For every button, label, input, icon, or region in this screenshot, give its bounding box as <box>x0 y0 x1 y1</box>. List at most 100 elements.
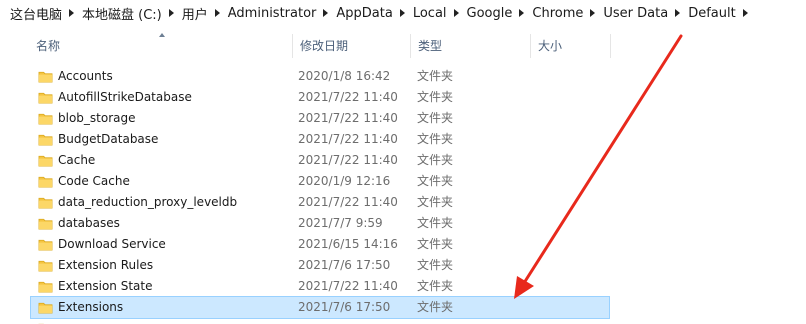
folder-icon <box>38 113 53 125</box>
breadcrumb-label: 本地磁盘 (C:) <box>82 7 162 23</box>
file-name: Extension Rules <box>58 258 154 272</box>
file-name: Accounts <box>58 69 113 83</box>
file-name: Extensions <box>58 300 124 314</box>
file-name: Cache <box>58 153 96 167</box>
file-date-modified: 2021/7/22 11:40 <box>298 90 398 104</box>
folder-icon <box>38 281 53 293</box>
file-name: Download Service <box>58 237 166 251</box>
breadcrumb-label: Administrator <box>227 5 317 21</box>
breadcrumb-item-default[interactable]: Default <box>688 6 736 21</box>
list-item-selected[interactable]: Extensions 2021/7/6 17:50 文件夹 <box>30 296 610 319</box>
list-item[interactable]: data_reduction_proxy_leveldb 2021/7/22 1… <box>31 192 609 213</box>
file-name: BudgetDatabase <box>58 132 159 146</box>
file-list: Accounts 2020/1/8 16:42 文件夹 AutofillStri… <box>30 66 610 324</box>
file-type: 文件夹 <box>417 300 454 314</box>
breadcrumb-item-administrator[interactable]: Administrator <box>228 6 317 21</box>
file-date-modified: 2021/7/22 11:40 <box>298 132 398 146</box>
file-date-modified: 2021/7/22 11:40 <box>298 195 398 209</box>
file-date-modified: 2020/1/8 16:42 <box>298 69 391 83</box>
list-item[interactable]: blob_storage 2021/7/22 11:40 文件夹 <box>31 108 609 129</box>
list-item[interactable]: AutofillStrikeDatabase 2021/7/22 11:40 文… <box>31 87 609 108</box>
chevron-right-icon[interactable] <box>519 9 525 17</box>
column-header-type[interactable]: 类型 <box>410 34 530 58</box>
file-date-modified: 2021/7/7 9:59 <box>298 216 383 230</box>
breadcrumb-label: Chrome <box>532 5 584 21</box>
file-type: 文件夹 <box>417 90 454 104</box>
folder-icon <box>38 239 53 251</box>
file-name: databases <box>58 216 120 230</box>
sort-ascending-icon <box>159 33 165 37</box>
chevron-right-icon[interactable] <box>214 9 220 17</box>
breadcrumb-label: Google <box>466 5 513 21</box>
file-type: 文件夹 <box>417 216 454 230</box>
folder-icon <box>38 218 53 230</box>
column-header-label: 名称 <box>36 39 61 53</box>
breadcrumb-item-chrome[interactable]: Chrome <box>532 6 583 21</box>
file-name: Code Cache <box>58 174 130 188</box>
file-name: AutofillStrikeDatabase <box>58 90 192 104</box>
file-name: Extension State <box>58 279 153 293</box>
file-type: 文件夹 <box>417 153 454 167</box>
column-header-label: 大小 <box>538 39 563 53</box>
breadcrumb-label: Default <box>688 5 736 21</box>
column-headers: 名称 修改日期 类型 大小 <box>29 33 611 58</box>
column-header-date-modified[interactable]: 修改日期 <box>292 34 410 58</box>
breadcrumb-item-appdata[interactable]: AppData <box>336 6 392 21</box>
column-header-label: 修改日期 <box>300 39 349 53</box>
chevron-right-icon[interactable] <box>742 9 748 17</box>
chevron-right-icon[interactable] <box>453 9 459 17</box>
list-item[interactable]: Download Service 2021/6/15 14:16 文件夹 <box>31 234 609 255</box>
file-type: 文件夹 <box>417 237 454 251</box>
folder-icon <box>38 134 53 146</box>
column-header-size[interactable]: 大小 <box>530 34 611 58</box>
breadcrumb-item-google[interactable]: Google <box>467 6 513 21</box>
file-date-modified: 2021/7/22 11:40 <box>298 153 398 167</box>
folder-icon <box>38 71 53 83</box>
file-name: blob_storage <box>58 111 136 125</box>
breadcrumb-item-users[interactable]: 用户 <box>182 4 208 23</box>
file-type: 文件夹 <box>417 174 454 188</box>
file-date-modified: 2021/7/6 17:50 <box>298 258 391 272</box>
file-date-modified: 2021/6/15 14:16 <box>298 237 398 251</box>
chevron-right-icon[interactable] <box>69 9 75 17</box>
breadcrumb-label: 用户 <box>181 7 208 23</box>
file-date-modified: 2021/7/6 17:50 <box>298 300 391 314</box>
file-name: data_reduction_proxy_leveldb <box>58 195 238 209</box>
breadcrumb-item-user-data[interactable]: User Data <box>603 6 668 21</box>
breadcrumb-item-local-disk[interactable]: 本地磁盘 (C:) <box>82 4 162 23</box>
breadcrumb-label: 这台电脑 <box>10 7 63 23</box>
folder-icon <box>38 302 53 314</box>
breadcrumb-label: Local <box>412 5 447 21</box>
breadcrumb-item-local[interactable]: Local <box>413 6 447 21</box>
folder-icon <box>38 197 53 209</box>
file-date-modified: 2020/1/9 12:16 <box>298 174 391 188</box>
breadcrumb: 这台电脑 本地磁盘 (C:) 用户 Administrator AppData … <box>0 0 806 26</box>
chevron-right-icon[interactable] <box>168 9 174 17</box>
list-item[interactable]: Extension State 2021/7/22 11:40 文件夹 <box>31 276 609 297</box>
folder-icon <box>38 260 53 272</box>
folder-icon <box>38 155 53 167</box>
breadcrumb-item-this-pc[interactable]: 这台电脑 <box>10 4 62 23</box>
breadcrumb-label: User Data <box>603 5 669 21</box>
list-item[interactable]: Extension Rules 2021/7/6 17:50 文件夹 <box>31 255 609 276</box>
file-date-modified: 2021/7/22 11:40 <box>298 279 398 293</box>
file-type: 文件夹 <box>417 258 454 272</box>
chevron-right-icon[interactable] <box>590 9 596 17</box>
list-item[interactable]: Cache 2021/7/22 11:40 文件夹 <box>31 150 609 171</box>
list-item[interactable]: databases 2021/7/7 9:59 文件夹 <box>31 213 609 234</box>
chevron-right-icon[interactable] <box>675 9 681 17</box>
column-header-name[interactable]: 名称 <box>29 33 292 58</box>
file-type: 文件夹 <box>417 279 454 293</box>
file-type: 文件夹 <box>417 111 454 125</box>
list-item[interactable]: Code Cache 2020/1/9 12:16 文件夹 <box>31 171 609 192</box>
file-type: 文件夹 <box>417 195 454 209</box>
list-item[interactable]: BudgetDatabase 2021/7/22 11:40 文件夹 <box>31 129 609 150</box>
list-item-partial[interactable] <box>31 318 609 324</box>
file-explorer-window: 这台电脑 本地磁盘 (C:) 用户 Administrator AppData … <box>0 0 806 324</box>
file-date-modified: 2021/7/22 11:40 <box>298 111 398 125</box>
chevron-right-icon[interactable] <box>323 9 329 17</box>
breadcrumb-label: AppData <box>336 5 393 21</box>
chevron-right-icon[interactable] <box>399 9 405 17</box>
list-item[interactable]: Accounts 2020/1/8 16:42 文件夹 <box>31 66 609 87</box>
folder-icon <box>38 176 53 188</box>
